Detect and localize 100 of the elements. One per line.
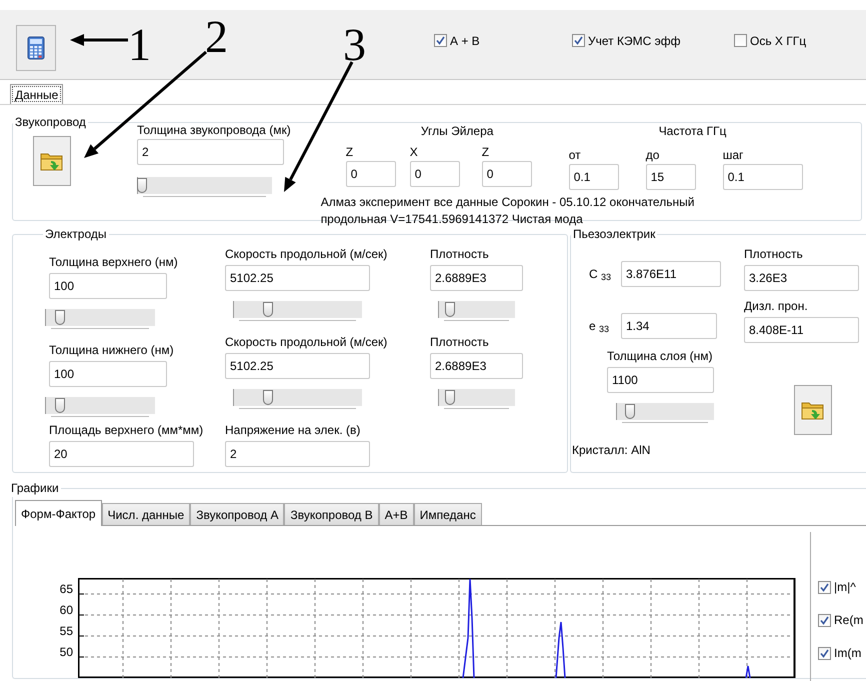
calculator-button[interactable] xyxy=(16,24,56,70)
group-title: Электроды xyxy=(44,226,108,243)
group-title: Пьезоэлектрик xyxy=(572,226,656,243)
field-label: Скорость продольной (м/сек) xyxy=(225,334,388,351)
checkmark-icon xyxy=(820,648,829,658)
annotation-number: 3 xyxy=(343,22,366,68)
annotation-arrow xyxy=(70,34,128,46)
slider[interactable] xyxy=(233,301,362,321)
checkbox[interactable]: |m|^ xyxy=(818,578,864,596)
field-label: до xyxy=(646,147,660,164)
text-field[interactable]: 5102.25 xyxy=(225,353,370,379)
slider[interactable] xyxy=(616,403,714,423)
text-field[interactable]: 2 xyxy=(225,441,370,467)
field-label: Z xyxy=(482,144,490,161)
axis-tick-label: 65 xyxy=(58,581,73,598)
checkbox-box[interactable] xyxy=(818,646,831,660)
field-label: Z xyxy=(346,144,354,161)
field-label: Плотность xyxy=(744,246,804,263)
description-text: Алмаз эксперимент все данные Сорокин - 05.10.12 окончательный xyxy=(320,194,696,211)
field-label: Толщина нижнего (нм) xyxy=(49,342,175,359)
checkbox-label: Im(m xyxy=(834,645,862,662)
group-title: Звукопровод xyxy=(14,114,87,131)
field-label: Напряжение на элек. (в) xyxy=(225,422,362,439)
field-label: Дизл. прон. xyxy=(744,298,809,315)
field-label: Толщина звукопровода (мк) xyxy=(137,122,291,139)
slider[interactable] xyxy=(137,177,272,197)
text-field[interactable]: 5102.25 xyxy=(225,265,370,291)
checkmark-icon xyxy=(574,36,583,45)
tab[interactable]: А+В xyxy=(378,503,414,525)
checkbox-label: Учет КЭМС эфф xyxy=(588,32,680,50)
checkbox[interactable]: Im(m xyxy=(818,644,864,662)
field-label: Толщина слоя (нм) xyxy=(607,348,714,365)
tab[interactable]: Данные xyxy=(10,84,64,104)
checkbox[interactable]: Ось X ГГц xyxy=(734,32,806,50)
checkbox[interactable]: Re(m xyxy=(818,611,864,629)
checkbox[interactable]: Учет КЭМС эфф xyxy=(572,32,734,50)
text-field[interactable]: 2 xyxy=(137,139,284,165)
slider[interactable] xyxy=(438,389,515,409)
tab[interactable]: Импеданс xyxy=(414,503,482,525)
field-label: X xyxy=(410,144,419,161)
checkbox-box[interactable] xyxy=(434,34,447,47)
tab[interactable]: Звукопровод А xyxy=(190,503,284,525)
text-field[interactable]: 2.6889E3 xyxy=(430,353,523,379)
annotation-number: 1 xyxy=(128,22,151,68)
text-field[interactable]: 0.1 xyxy=(722,164,803,190)
slider[interactable] xyxy=(438,301,515,321)
text-field[interactable]: 15 xyxy=(646,164,696,190)
checkmark-icon xyxy=(436,36,445,45)
text-field[interactable]: 3.26E3 xyxy=(744,265,859,291)
slider[interactable] xyxy=(233,389,362,409)
field-label: Скорость продольной (м/сек) xyxy=(225,246,388,263)
field-label: от xyxy=(568,147,582,164)
checkbox-label: Re(m xyxy=(834,612,864,629)
text-field[interactable]: 0.1 xyxy=(568,164,619,190)
field-label: Толщина верхнего (нм) xyxy=(49,254,179,271)
crystal-text: Кристалл: AlN xyxy=(572,442,652,459)
text-field[interactable]: 1.34 xyxy=(621,313,717,339)
checkmark-icon xyxy=(820,616,829,624)
field-label: C $_{33}$ xyxy=(589,266,612,283)
calculator-icon xyxy=(27,36,45,60)
field-label: e $_{33}$ xyxy=(589,318,610,335)
field-label: шаг xyxy=(722,147,744,164)
field-label: Частота ГГц xyxy=(658,124,726,138)
text-field[interactable]: 0 xyxy=(482,161,532,187)
load-button[interactable] xyxy=(33,136,71,186)
slider[interactable] xyxy=(45,397,155,417)
slider-thumb[interactable] xyxy=(137,178,147,193)
checkbox-box[interactable] xyxy=(734,34,747,47)
tab[interactable]: Числ. данные xyxy=(102,503,190,525)
slider-thumb[interactable] xyxy=(55,398,65,413)
field-label: Плотность xyxy=(430,334,490,351)
tab[interactable]: Звукопровод В xyxy=(284,503,379,525)
checkbox-box[interactable] xyxy=(818,614,831,626)
group-title: Графики xyxy=(10,480,60,497)
slider[interactable] xyxy=(45,309,155,329)
checkbox[interactable]: А + В xyxy=(434,32,572,50)
checkbox-box[interactable] xyxy=(572,34,585,47)
text-field[interactable]: 0 xyxy=(410,161,460,187)
annotation-number: 2 xyxy=(205,14,228,60)
load-button[interactable] xyxy=(794,385,832,435)
tab[interactable]: Форм-Фактор xyxy=(15,500,102,526)
description-text: продольная V=17541.5969141372 Чистая мода xyxy=(320,211,584,228)
text-field[interactable]: 8.408E-11 xyxy=(744,317,859,343)
text-field[interactable]: 20 xyxy=(49,441,194,467)
checkbox-box[interactable] xyxy=(818,580,831,594)
field-label: Углы Эйлера xyxy=(420,124,494,138)
field-label: Площадь верхнего (мм*мм) xyxy=(49,422,204,439)
text-field[interactable]: 2.6889E3 xyxy=(430,265,523,291)
text-field[interactable]: 100 xyxy=(49,273,167,299)
checkbox-label: А + В xyxy=(450,32,480,50)
slider-thumb[interactable] xyxy=(55,310,65,325)
text-field[interactable]: 1100 xyxy=(607,367,714,393)
axis-tick-label: 60 xyxy=(58,602,73,619)
text-field[interactable]: 3.876E11 xyxy=(621,261,721,287)
axis-tick-label: 50 xyxy=(58,644,73,661)
text-field[interactable]: 0 xyxy=(346,161,396,187)
checkbox-label: Ось X ГГц xyxy=(750,32,806,50)
field-label: Плотность xyxy=(430,246,490,263)
text-field[interactable]: 100 xyxy=(49,361,167,387)
checkmark-icon xyxy=(820,582,829,592)
